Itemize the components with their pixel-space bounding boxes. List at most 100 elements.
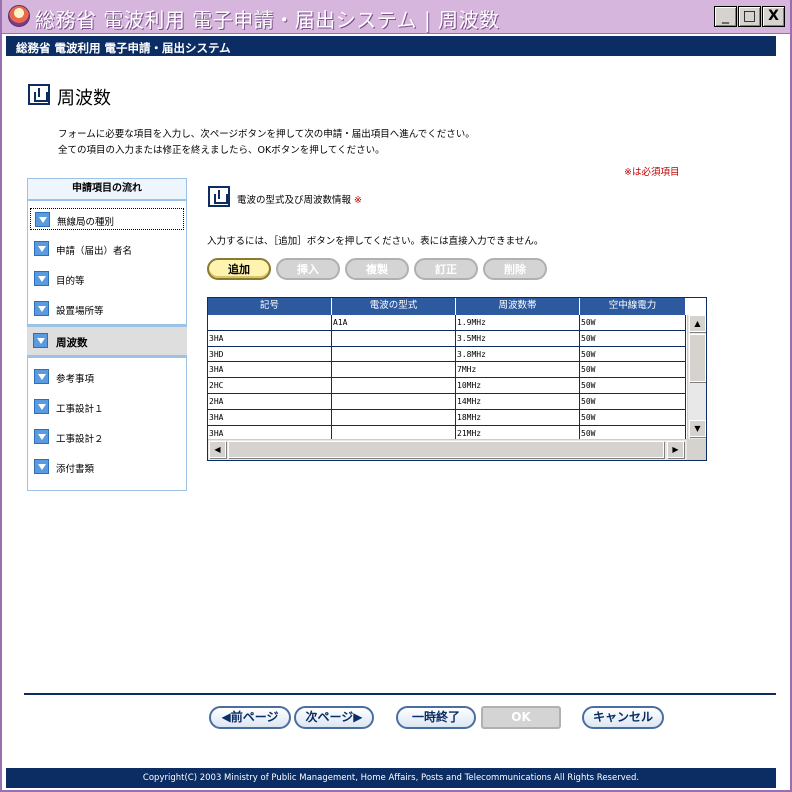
sidebar-item-label: 無線局の種別 [57, 217, 115, 228]
sidebar-item-label: 設置場所等 [56, 306, 104, 317]
insert-button[interactable]: 挿入 [276, 258, 340, 280]
table-cell: 3.5MHz [456, 330, 580, 347]
table-cell: 7MHz [456, 362, 580, 379]
table-cell [332, 378, 456, 394]
horizontal-scrollbar[interactable]: ◀ ▶ [208, 439, 687, 460]
table-cell: 10MHz [456, 378, 580, 394]
section-title: 電波の型式及び周波数情報 ※ [237, 192, 362, 206]
table-cell: 2HA [208, 393, 332, 410]
table-cell: 50W [580, 346, 686, 363]
correct-button[interactable]: 訂正 [414, 258, 478, 280]
sidebar-item-applicant-name[interactable]: 申請（届出）者名 [30, 238, 184, 260]
horizontal-scroll-thumb[interactable] [228, 441, 664, 458]
cancel-button[interactable]: キャンセル [582, 706, 664, 729]
maximize-button[interactable]: □ [738, 6, 761, 27]
sidebar-item-label: 周波数 [56, 337, 88, 349]
table-row[interactable]: A1A 1.9MHz 50W [208, 315, 686, 331]
ok-button[interactable]: OK [481, 706, 561, 729]
column-header-emission-type[interactable]: 電波の型式 [332, 298, 456, 315]
scroll-right-icon[interactable]: ▶ [667, 441, 684, 458]
sidebar-item-purpose[interactable]: 目的等 [30, 268, 184, 290]
table-row[interactable]: 2HA 14MHz 50W [208, 393, 686, 410]
table-cell: 3HA [208, 330, 332, 347]
system-name: 総務省 電波利用 電子申請・届出システム [16, 41, 231, 55]
scroll-left-icon[interactable]: ◀ [209, 441, 226, 458]
sidebar-item-label: 工事設計１ [56, 404, 104, 415]
page-title: 周波数 [57, 88, 111, 109]
section-instruction: 入力するには、［追加］ボタンを押してください。表には直接入力できません。 [207, 236, 544, 247]
close-button[interactable]: X [762, 6, 785, 27]
sidebar-item-station-type[interactable]: 無線局の種別 [30, 208, 184, 230]
table-cell: 2HC [208, 378, 332, 394]
section-export-icon [208, 186, 230, 207]
sidebar-item-label: 申請（届出）者名 [56, 246, 133, 257]
delete-button[interactable]: 削除 [483, 258, 547, 280]
sidebar-item-label: 参考事項 [56, 374, 95, 385]
column-header-symbol[interactable]: 記号 [208, 298, 332, 315]
copyright-footer: Copyright(C) 2003 Ministry of Public Man… [6, 768, 776, 788]
table-cell [332, 330, 456, 347]
system-header: 総務省 電波利用 電子申請・届出システム [6, 36, 776, 56]
table-row[interactable]: 3HD 3.8MHz 50W [208, 346, 686, 363]
triangle-down-icon [34, 271, 49, 286]
vertical-scroll-thumb[interactable] [689, 334, 706, 382]
sidebar-item-label: 添付書類 [56, 464, 95, 475]
table-cell: 50W [580, 362, 686, 379]
table-cell: 3HA [208, 362, 332, 379]
next-page-button[interactable]: 次ページ▶ [294, 706, 374, 729]
sidebar-heading: 申請項目の流れ [28, 179, 186, 201]
vertical-scrollbar[interactable]: ▲ ▼ [687, 315, 706, 439]
sidebar-item-construction-design-2[interactable]: 工事設計２ [30, 426, 184, 448]
table-row[interactable]: 3HA 18MHz 50W [208, 409, 686, 426]
table-cell: 3HD [208, 346, 332, 363]
copy-button[interactable]: 複製 [345, 258, 409, 280]
footer-divider [24, 693, 776, 695]
table-header: 記号 電波の型式 周波数帯 空中線電力 [208, 298, 686, 315]
column-header-frequency-band[interactable]: 周波数帯 [456, 298, 580, 315]
table-cell: 50W [580, 409, 686, 426]
scroll-down-icon[interactable]: ▼ [689, 420, 706, 437]
table-cell [332, 362, 456, 379]
triangle-down-icon [34, 241, 49, 256]
table-row[interactable]: 3HA 3.5MHz 50W [208, 330, 686, 347]
table-cell: 18MHz [456, 409, 580, 426]
sidebar-item-attachments[interactable]: 添付書類 [30, 456, 184, 478]
triangle-down-icon [34, 369, 49, 384]
triangle-down-icon [35, 212, 50, 227]
prev-page-button[interactable]: ◀前ページ [209, 706, 291, 729]
section-title-text: 電波の型式及び周波数情報 [237, 195, 352, 206]
triangle-down-icon [34, 399, 49, 414]
sidebar-item-frequency[interactable]: 周波数 [27, 324, 187, 358]
suspend-button[interactable]: 一時終了 [396, 706, 476, 729]
add-button[interactable]: 追加 [207, 258, 271, 280]
table-row[interactable]: 3HA 7MHz 50W [208, 362, 686, 379]
sidebar-item-installation-location[interactable]: 設置場所等 [30, 298, 184, 320]
title-bar[interactable]: 総務省 電波利用 電子申請・届出システム | 周波数 _ □ X [2, 0, 790, 34]
table-cell [208, 315, 332, 331]
triangle-down-icon [34, 429, 49, 444]
column-header-antenna-power[interactable]: 空中線電力 [580, 298, 686, 315]
table-cell: 50W [580, 330, 686, 347]
instruction-line-1: フォームに必要な項目を入力し、次ページボタンを押して次の申請・届出項目へ進んでく… [58, 129, 475, 140]
table-cell [332, 393, 456, 410]
scrollbar-corner [687, 439, 706, 460]
table-cell [332, 346, 456, 363]
table-cell: 3HA [208, 409, 332, 426]
sidebar-item-reference[interactable]: 参考事項 [30, 366, 184, 388]
minimize-button[interactable]: _ [714, 6, 737, 27]
table-cell: 14MHz [456, 393, 580, 410]
page-instructions: フォームに必要な項目を入力し、次ページボタンを押して次の申請・届出項目へ進んでく… [58, 127, 475, 159]
scroll-up-icon[interactable]: ▲ [689, 315, 706, 332]
frequency-table[interactable]: 記号 電波の型式 周波数帯 空中線電力 A1A 1.9MHz 50W 3HA 3… [207, 297, 707, 461]
triangle-down-icon [33, 333, 48, 348]
table-cell: 50W [580, 315, 686, 331]
triangle-down-icon [34, 459, 49, 474]
sidebar-item-construction-design-1[interactable]: 工事設計１ [30, 396, 184, 418]
table-row[interactable]: 2HC 10MHz 50W [208, 378, 686, 394]
form-export-icon [28, 84, 50, 105]
sidebar-item-label: 工事設計２ [56, 434, 104, 445]
instruction-line-2: 全ての項目の入力または修正を終えましたら、OKボタンを押してください。 [58, 145, 385, 156]
app-window: 総務省 電波利用 電子申請・届出システム | 周波数 _ □ X 総務省 電波利… [0, 0, 792, 792]
table-cell: 3.8MHz [456, 346, 580, 363]
table-body: A1A 1.9MHz 50W 3HA 3.5MHz 50W 3HD 3.8MHz… [208, 315, 686, 442]
